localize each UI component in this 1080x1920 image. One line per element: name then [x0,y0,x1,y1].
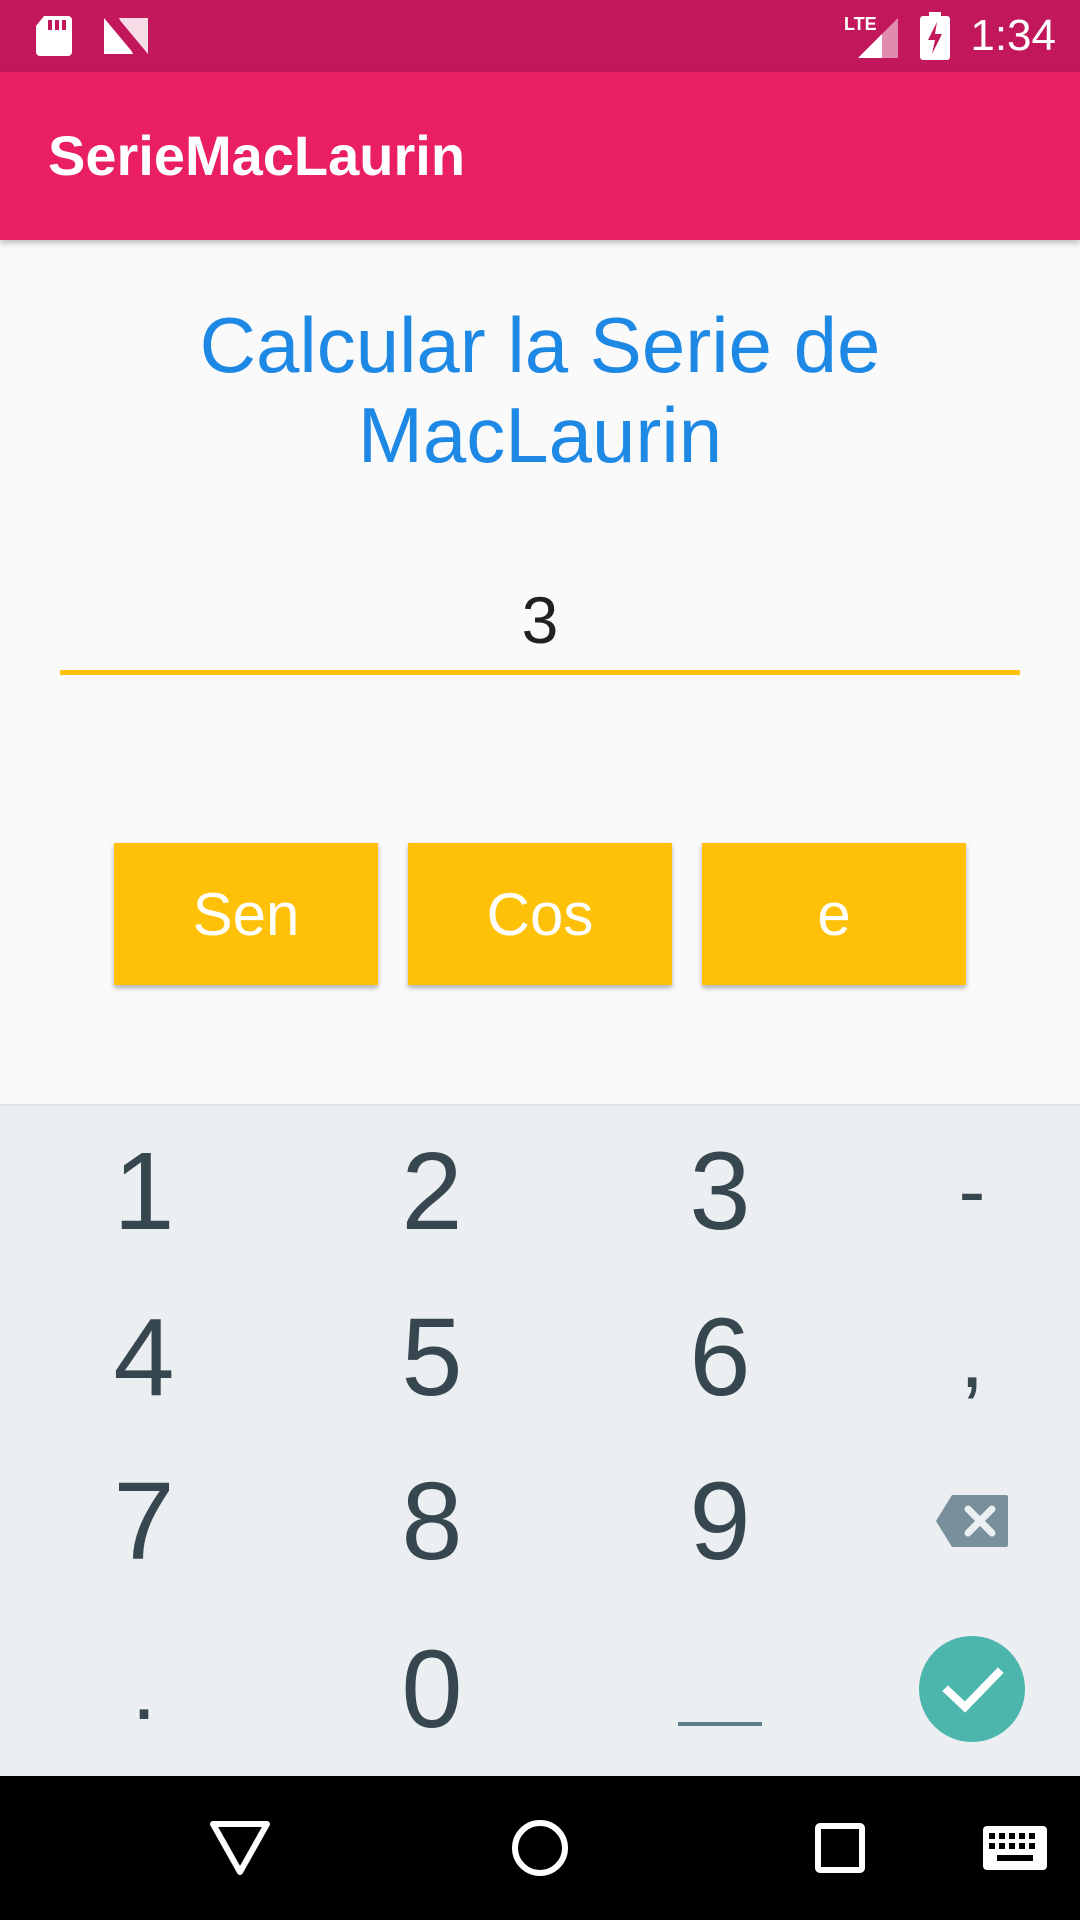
sd-card-icon [34,0,74,72]
svg-text:LTE: LTE [844,14,877,34]
recents-icon [815,1823,865,1873]
keyboard-switch-button[interactable] [980,1776,1050,1920]
key-decimal-point[interactable]: . [44,1614,244,1764]
key-0[interactable]: 0 [332,1614,532,1764]
key-6[interactable]: 6 [620,1282,820,1432]
recents-button[interactable] [800,1776,880,1920]
signal-icon: LTE [842,0,900,72]
home-button[interactable] [500,1776,580,1920]
key-5[interactable]: 5 [332,1282,532,1432]
home-icon [512,1820,568,1876]
battery-charging-icon [920,0,950,72]
numeric-keyboard: 1 2 3 - 4 5 6 , 7 8 9 . 0 [0,1104,1080,1778]
status-time: 1:34 [970,11,1056,60]
heading-line-1: Calcular la Serie de [199,301,881,389]
check-icon [919,1636,1025,1742]
page-title: Calcular la Serie de MacLaurin [90,300,990,480]
keyboard-icon [983,1826,1047,1870]
back-icon [210,1821,270,1875]
app-title: SerieMacLaurin [48,124,466,187]
back-button[interactable] [200,1776,280,1920]
key-7[interactable]: 7 [44,1446,244,1596]
number-input[interactable] [60,570,1020,675]
main-content: Calcular la Serie de MacLaurin Sen Cos e [0,240,1080,1104]
n-logo-icon [102,0,150,72]
space-key-icon [678,1722,762,1726]
heading-line-2: MacLaurin [357,391,723,479]
app-bar: SerieMacLaurin [0,72,1080,240]
key-comma[interactable]: , [872,1282,1072,1432]
enter-key[interactable] [872,1614,1072,1764]
key-1[interactable]: 1 [44,1116,244,1266]
sen-button[interactable]: Sen [114,843,378,985]
backspace-icon [936,1495,1008,1547]
key-4[interactable]: 4 [44,1282,244,1432]
e-button[interactable]: e [702,843,966,985]
key-3[interactable]: 3 [620,1116,820,1266]
delete-key[interactable] [872,1446,1072,1596]
status-bar: LTE 1:34 [0,0,1080,72]
key-2[interactable]: 2 [332,1116,532,1266]
cos-button[interactable]: Cos [408,843,672,985]
space-key[interactable] [620,1614,820,1764]
key-8[interactable]: 8 [332,1446,532,1596]
key-9[interactable]: 9 [620,1446,820,1596]
navigation-bar [0,1776,1080,1920]
key-minus[interactable]: - [872,1116,1072,1266]
